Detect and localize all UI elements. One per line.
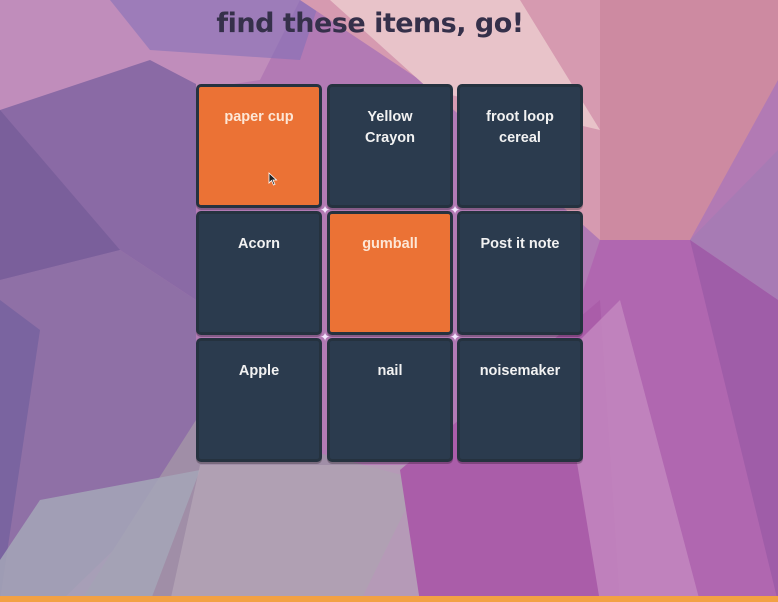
tile-noisemaker[interactable]: noisemaker (457, 338, 583, 462)
tile-label: Apple (238, 363, 280, 379)
tile-post-it-note[interactable]: Post it note (457, 211, 583, 335)
sparkle-icon: ✦ (449, 203, 461, 217)
game-screen: find these items, go! paper cup Yellow C… (0, 0, 778, 602)
tile-label: Acorn (238, 236, 280, 252)
tile-froot-loop-cereal[interactable]: froot loop cereal (457, 84, 583, 208)
sparkle-icon: ✦ (449, 330, 461, 344)
mouse-pointer-icon (268, 172, 278, 186)
tile-label: froot loop cereal (486, 109, 554, 146)
tile-label: Yellow Crayon (365, 109, 415, 146)
tile-label: gumball (362, 236, 418, 252)
tile-nail[interactable]: nail (327, 338, 453, 462)
sparkle-icon: ✦ (319, 330, 331, 344)
tile-label: paper cup (224, 109, 294, 125)
tile-apple[interactable]: Apple (196, 338, 322, 462)
tile-gumball[interactable]: gumball (327, 211, 453, 335)
tile-yellow-crayon[interactable]: Yellow Crayon (327, 84, 453, 208)
tile-paper-cup[interactable]: paper cup (196, 84, 322, 208)
tile-label: Post it note (480, 236, 560, 252)
sparkle-icon: ✦ (319, 203, 331, 217)
bingo-board: paper cup Yellow Crayon froot loop cerea… (196, 84, 586, 465)
tile-label: nail (377, 363, 403, 379)
tile-acorn[interactable]: Acorn (196, 211, 322, 335)
bottom-edge-bar (0, 596, 778, 602)
game-title: find these items, go! (216, 8, 524, 39)
tile-label: noisemaker (479, 363, 561, 379)
